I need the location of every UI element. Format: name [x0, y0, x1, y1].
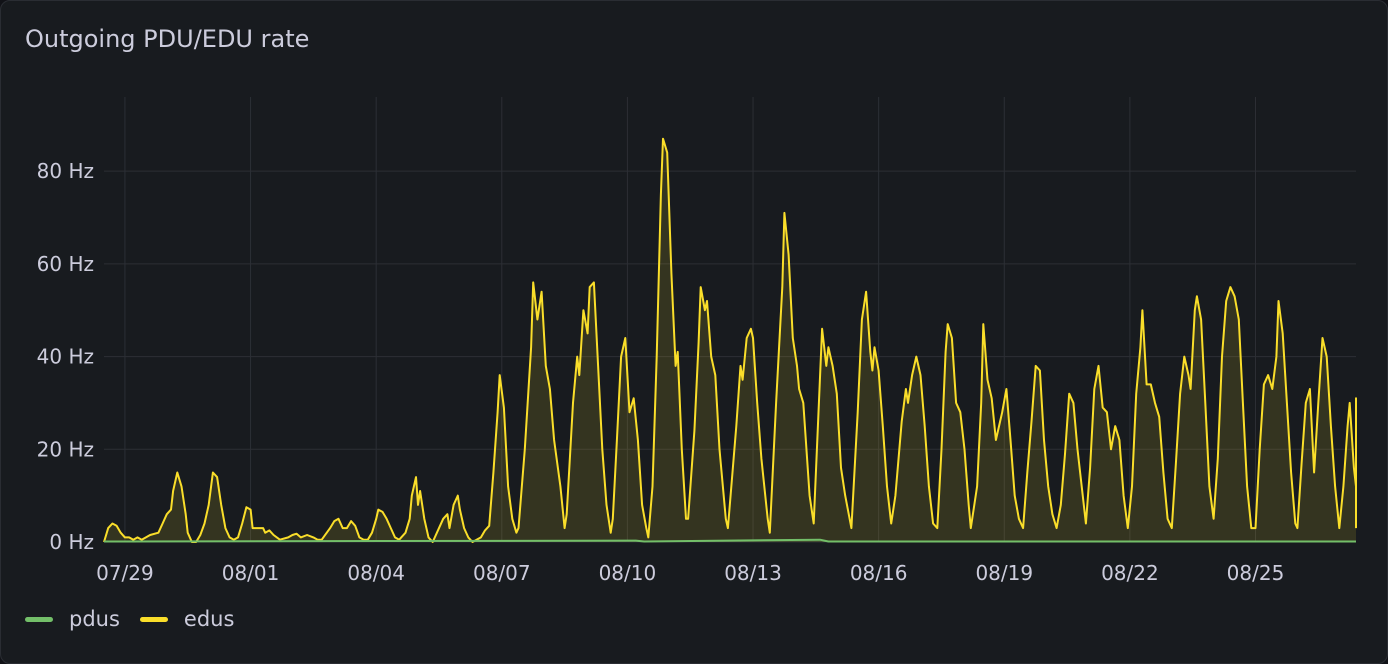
x-tick-label: 07/29: [96, 561, 154, 585]
x-tick-label: 08/25: [1227, 561, 1285, 585]
legend: pdus edus: [25, 607, 254, 631]
x-tick-label: 08/19: [975, 561, 1033, 585]
legend-label-edus: edus: [183, 607, 235, 631]
legend-item-edus[interactable]: edus: [139, 607, 235, 631]
legend-swatch-pdus: [25, 616, 53, 622]
y-axis: 0 Hz 20 Hz 40 Hz 60 Hz 80 Hz: [37, 159, 94, 554]
area-chart[interactable]: 0 Hz 20 Hz 40 Hz 60 Hz 80 Hz 07/29 08/01 08/04…: [1, 1, 1387, 663]
x-tick-label: 08/13: [724, 561, 782, 585]
x-tick-label: 08/22: [1101, 561, 1159, 585]
series-line-edus: [103, 137, 1357, 543]
y-tick-label: 80 Hz: [37, 159, 94, 183]
y-tick-label: 20 Hz: [37, 437, 94, 461]
x-tick-label: 08/10: [599, 561, 657, 585]
x-axis: 07/29 08/01 08/04 08/07 08/10 08/13 08/16 08/19…: [96, 561, 1284, 585]
legend-label-pdus: pdus: [69, 607, 120, 631]
y-tick-label: 40 Hz: [37, 345, 94, 369]
series-area-edus: [104, 138, 1356, 542]
legend-item-pdus[interactable]: pdus: [25, 607, 120, 631]
x-tick-label: 08/16: [850, 561, 908, 585]
chart-panel: Outgoing PDU/EDU rate 0 Hz 20 Hz 40 Hz 60 H…: [0, 0, 1388, 664]
legend-swatch-edus: [139, 616, 168, 622]
x-tick-label: 08/01: [222, 561, 280, 585]
series-layer: [103, 137, 1357, 543]
y-tick-label: 0 Hz: [49, 530, 94, 554]
x-tick-label: 08/04: [347, 561, 405, 585]
grid: [104, 97, 1356, 543]
y-tick-label: 60 Hz: [37, 252, 94, 276]
x-tick-label: 08/07: [473, 561, 531, 585]
